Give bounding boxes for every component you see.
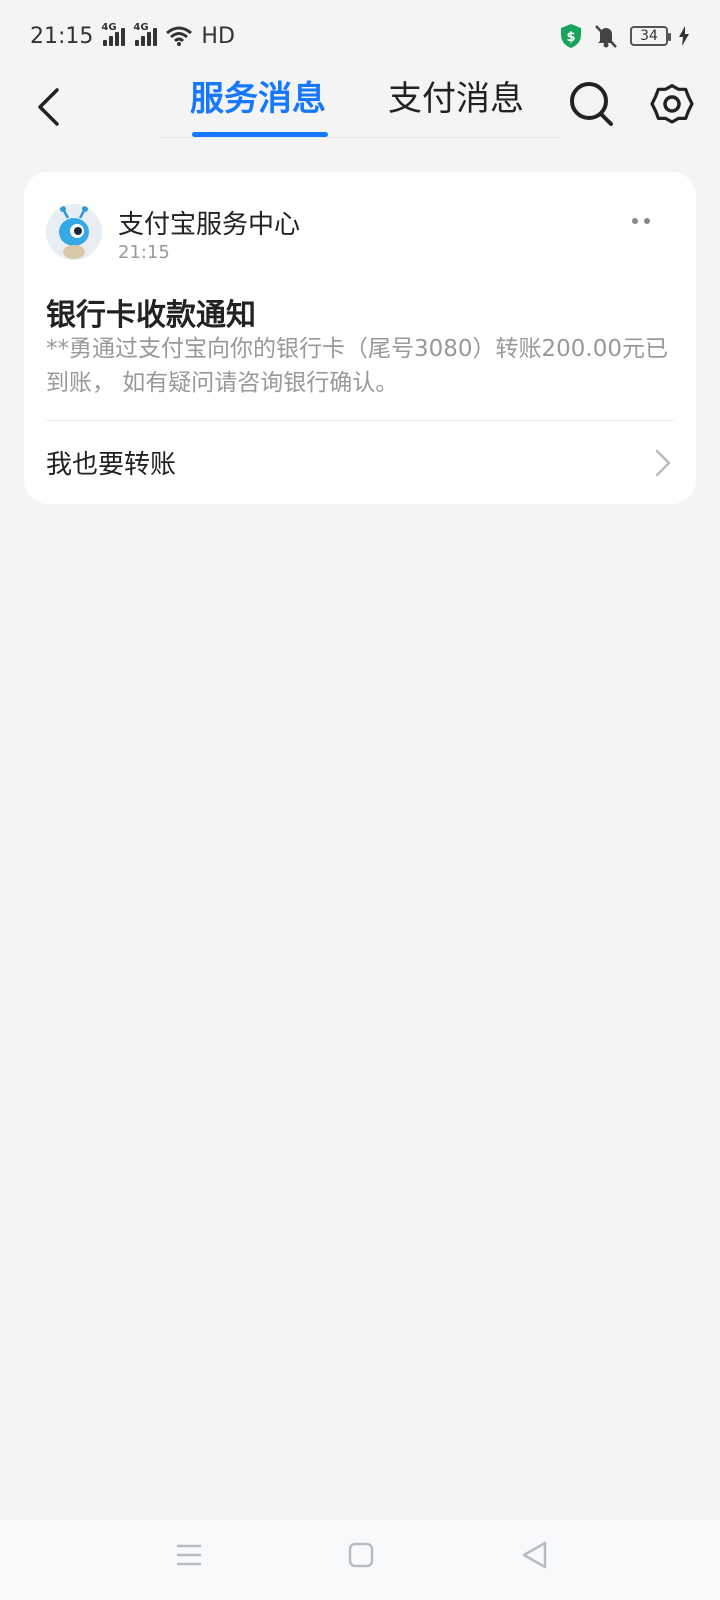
signal-icon: 4G [101, 22, 126, 46]
menu-icon[interactable] [176, 1542, 202, 1568]
wifi-icon [166, 26, 193, 46]
avatar [46, 204, 102, 260]
tab-service-messages[interactable]: 服务消息 [190, 74, 326, 134]
status-bar: 21:15 4G 4G HD $ 34 [0, 0, 720, 72]
mute-bell-icon [595, 25, 617, 48]
chevron-left-icon [38, 88, 59, 126]
gear-icon [650, 84, 694, 124]
transfer-action-label: 我也要转账 [46, 450, 177, 480]
sender-name: 支付宝服务中心 [118, 210, 301, 240]
chevron-right-icon [655, 449, 671, 477]
more-dots-icon [644, 218, 650, 224]
system-nav-bar [0, 1520, 720, 1600]
signal-icon: 4G [133, 22, 158, 46]
card-divider [46, 420, 674, 421]
more-options-button[interactable] [632, 214, 662, 228]
back-triangle-icon[interactable] [520, 1540, 548, 1570]
more-dots-icon [632, 218, 638, 224]
charging-icon [679, 26, 689, 46]
tab-payment-messages[interactable]: 支付消息 [388, 74, 524, 134]
message-title: 银行卡收款通知 [46, 298, 256, 333]
svg-text:$: $ [566, 30, 575, 45]
tab-divider [160, 137, 560, 138]
battery-icon: 34 [630, 26, 671, 46]
search-icon [570, 82, 613, 126]
search-button[interactable] [568, 78, 616, 130]
message-body: **勇通过支付宝向你的银行卡（尾号3080）转账200.00元已到账， 如有疑问… [46, 336, 669, 396]
status-time: 21:15 [30, 23, 94, 49]
security-shield-icon: $ [561, 24, 581, 48]
home-icon[interactable] [348, 1542, 374, 1568]
message-card[interactable]: 支付宝服务中心 21:15 银行卡收款通知 **勇通过支付宝向你的银行卡（尾号3… [24, 172, 696, 504]
transfer-action-row[interactable]: 我也要转账 [24, 422, 696, 504]
settings-button[interactable] [650, 80, 694, 128]
hd-label: HD [201, 23, 235, 49]
back-button[interactable] [28, 82, 68, 132]
message-time: 21:15 [118, 242, 170, 263]
header-nav: 服务消息 支付消息 [0, 72, 720, 142]
ant-mascot-icon [46, 204, 102, 260]
